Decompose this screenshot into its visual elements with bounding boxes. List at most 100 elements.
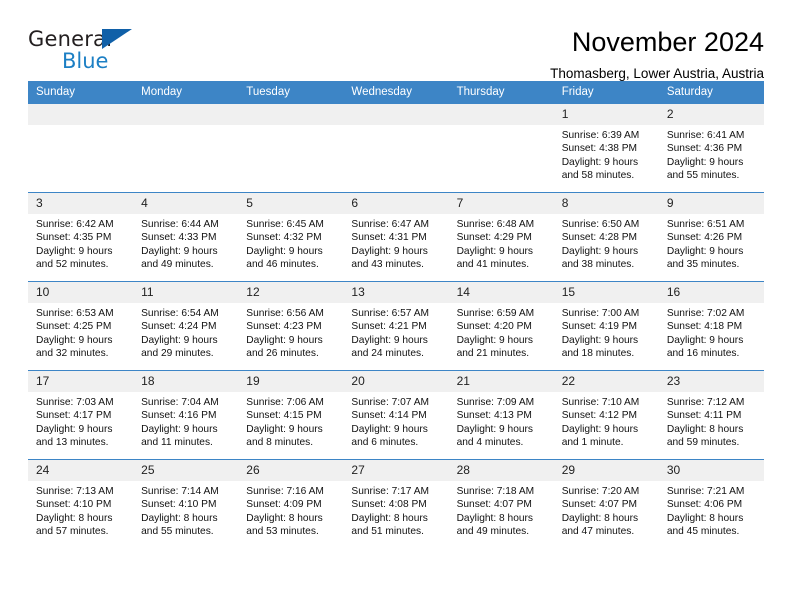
- calendar-day-cell[interactable]: 22 Sunrise: 7:10 AM Sunset: 4:12 PM Dayligh…: [553, 370, 659, 460]
- sunset-text: Sunset: 4:35 PM: [36, 232, 112, 244]
- day-number: 11: [133, 282, 239, 303]
- calendar-day-cell[interactable]: 29 Sunrise: 7:20 AM Sunset: 4:07 PM Dayligh…: [553, 459, 659, 549]
- sunrise-text: Sunrise: 6:59 AM: [456, 308, 535, 319]
- calendar-day-cell[interactable]: 20 Sunrise: 7:07 AM Sunset: 4:14 PM Dayligh…: [343, 370, 449, 460]
- daylight-text: Daylight: 9 hours and 24 minutes.: [351, 334, 428, 360]
- sunrise-text: Sunrise: 7:02 AM: [666, 308, 745, 319]
- calendar-day-cell[interactable]: 4 Sunrise: 6:44 AM Sunset: 4:33 PM Daylight…: [133, 192, 239, 282]
- day-number: 28: [448, 460, 554, 481]
- day-number: 26: [238, 460, 344, 481]
- calendar-day-cell[interactable]: 9 Sunrise: 6:51 AM Sunset: 4:26 PM Daylight…: [658, 192, 764, 282]
- sunrise-text: Sunrise: 6:47 AM: [351, 219, 430, 230]
- sunset-text: Sunset: 4:07 PM: [456, 499, 532, 511]
- calendar-day-cell-empty: [238, 103, 344, 193]
- calendar-day-cell[interactable]: 11 Sunrise: 6:54 AM Sunset: 4:24 PM Dayligh…: [133, 281, 239, 371]
- sunrise-text: Sunrise: 7:14 AM: [141, 486, 219, 497]
- day-number: 2: [658, 104, 764, 125]
- day-sun-info: Sunrise: 6:56 AM Sunset: 4:23 PM Daylight:…: [238, 303, 343, 361]
- calendar-day-cell[interactable]: 24 Sunrise: 7:13 AM Sunset: 4:10 PM Dayligh…: [28, 459, 134, 549]
- calendar-day-cell[interactable]: 23 Sunrise: 7:12 AM Sunset: 4:11 PM Dayligh…: [658, 370, 764, 460]
- sunset-text: Sunset: 4:13 PM: [456, 410, 532, 422]
- day-number: [448, 104, 554, 125]
- day-number: 20: [343, 371, 449, 392]
- calendar-day-cell[interactable]: 25 Sunrise: 7:14 AM Sunset: 4:10 PM Dayligh…: [133, 459, 239, 549]
- daylight-text: Daylight: 9 hours and 4 minutes.: [456, 423, 534, 449]
- calendar-day-cell[interactable]: 6 Sunrise: 6:47 AM Sunset: 4:31 PM Daylight…: [343, 192, 449, 282]
- calendar-day-cell[interactable]: 19 Sunrise: 7:06 AM Sunset: 4:15 PM Dayligh…: [238, 370, 344, 460]
- calendar-week-row: 3 Sunrise: 6:42 AM Sunset: 4:35 PM Daylight…: [28, 192, 764, 282]
- calendar-day-cell-empty: [133, 103, 239, 193]
- sunrise-text: Sunrise: 6:44 AM: [141, 219, 219, 230]
- day-number: 23: [658, 371, 764, 392]
- sunrise-text: Sunrise: 6:41 AM: [666, 130, 745, 141]
- sunset-text: Sunset: 4:25 PM: [36, 321, 112, 333]
- calendar-day-cell[interactable]: 15 Sunrise: 7:00 AM Sunset: 4:19 PM Dayligh…: [553, 281, 659, 371]
- day-sun-info: Sunrise: 7:03 AM Sunset: 4:17 PM Daylight:…: [28, 392, 133, 450]
- daylight-text: Daylight: 9 hours and 1 minute.: [561, 423, 639, 449]
- daylight-text: Daylight: 9 hours and 43 minutes.: [351, 245, 428, 271]
- weekday-header-thursday: Thursday: [448, 81, 554, 104]
- weekday-header-monday: Monday: [133, 81, 239, 104]
- weekday-header-saturday: Saturday: [658, 81, 764, 104]
- daylight-text: Daylight: 9 hours and 26 minutes.: [246, 334, 323, 360]
- calendar-day-cell-empty: [343, 103, 449, 193]
- day-number: 9: [658, 193, 764, 214]
- day-number: 10: [28, 282, 134, 303]
- sunrise-text: Sunrise: 6:56 AM: [246, 308, 324, 319]
- calendar-week-row: 17 Sunrise: 7:03 AM Sunset: 4:17 PM Dayligh…: [28, 370, 764, 460]
- calendar-day-cell[interactable]: 13 Sunrise: 6:57 AM Sunset: 4:21 PM Dayligh…: [343, 281, 449, 371]
- sunset-text: Sunset: 4:36 PM: [666, 143, 743, 155]
- day-number: 16: [658, 282, 764, 303]
- weekday-header-sunday: Sunday: [28, 81, 134, 104]
- calendar-day-cell[interactable]: 1 Sunrise: 6:39 AM Sunset: 4:38 PM Daylight…: [553, 103, 659, 193]
- day-sun-info: Sunrise: 6:45 AM Sunset: 4:32 PM Daylight:…: [238, 214, 343, 272]
- daylight-text: Daylight: 9 hours and 16 minutes.: [666, 334, 744, 360]
- sunrise-text: Sunrise: 7:00 AM: [561, 308, 640, 319]
- calendar-day-cell[interactable]: 7 Sunrise: 6:48 AM Sunset: 4:29 PM Daylight…: [448, 192, 554, 282]
- calendar-day-cell-empty: [448, 103, 554, 193]
- day-number: 21: [448, 371, 554, 392]
- day-number: 22: [553, 371, 659, 392]
- brand-logo[interactable]: General Blue: [28, 26, 198, 72]
- calendar-day-cell[interactable]: 28 Sunrise: 7:18 AM Sunset: 4:07 PM Dayligh…: [448, 459, 554, 549]
- day-sun-info: Sunrise: 6:57 AM Sunset: 4:21 PM Daylight:…: [343, 303, 448, 361]
- day-sun-info: Sunrise: 7:13 AM Sunset: 4:10 PM Daylight:…: [28, 481, 133, 539]
- day-number: 4: [133, 193, 239, 214]
- calendar-day-cell[interactable]: 5 Sunrise: 6:45 AM Sunset: 4:32 PM Daylight…: [238, 192, 344, 282]
- day-number: 19: [238, 371, 344, 392]
- calendar-day-cell[interactable]: 27 Sunrise: 7:17 AM Sunset: 4:08 PM Dayligh…: [343, 459, 449, 549]
- day-number: 15: [553, 282, 659, 303]
- calendar-day-cell[interactable]: 17 Sunrise: 7:03 AM Sunset: 4:17 PM Dayligh…: [28, 370, 134, 460]
- sunset-text: Sunset: 4:10 PM: [141, 499, 217, 511]
- calendar-day-cell[interactable]: 8 Sunrise: 6:50 AM Sunset: 4:28 PM Daylight…: [553, 192, 659, 282]
- calendar-day-cell[interactable]: 16 Sunrise: 7:02 AM Sunset: 4:18 PM Dayligh…: [658, 281, 764, 371]
- calendar-day-cell[interactable]: 14 Sunrise: 6:59 AM Sunset: 4:20 PM Dayligh…: [448, 281, 554, 371]
- calendar-day-cell[interactable]: 30 Sunrise: 7:21 AM Sunset: 4:06 PM Dayligh…: [658, 459, 764, 549]
- calendar-day-cell[interactable]: 21 Sunrise: 7:09 AM Sunset: 4:13 PM Dayligh…: [448, 370, 554, 460]
- sunrise-text: Sunrise: 7:06 AM: [246, 397, 324, 408]
- daylight-text: Daylight: 9 hours and 55 minutes.: [666, 156, 744, 182]
- day-sun-info: Sunrise: 7:07 AM Sunset: 4:14 PM Daylight:…: [343, 392, 448, 450]
- sunrise-text: Sunrise: 7:04 AM: [141, 397, 219, 408]
- title-block: November 2024 Thomasberg, Lower Austria,…: [550, 26, 764, 84]
- weekday-header-wednesday: Wednesday: [343, 81, 449, 104]
- day-number: 13: [343, 282, 449, 303]
- weekday-header-tuesday: Tuesday: [238, 81, 344, 104]
- sunset-text: Sunset: 4:31 PM: [351, 232, 427, 244]
- daylight-text: Daylight: 8 hours and 59 minutes.: [666, 423, 744, 449]
- calendar-day-cell[interactable]: 18 Sunrise: 7:04 AM Sunset: 4:16 PM Dayligh…: [133, 370, 239, 460]
- weekday-header-friday: Friday: [553, 81, 659, 104]
- day-number: 6: [343, 193, 449, 214]
- day-sun-info: Sunrise: 6:54 AM Sunset: 4:24 PM Daylight:…: [133, 303, 238, 361]
- calendar-day-cell[interactable]: 2 Sunrise: 6:41 AM Sunset: 4:36 PM Daylight…: [658, 103, 764, 193]
- sunrise-text: Sunrise: 6:57 AM: [351, 308, 430, 319]
- calendar-day-cell[interactable]: 26 Sunrise: 7:16 AM Sunset: 4:09 PM Dayligh…: [238, 459, 344, 549]
- sunset-text: Sunset: 4:11 PM: [666, 410, 742, 422]
- calendar-day-cell[interactable]: 3 Sunrise: 6:42 AM Sunset: 4:35 PM Daylight…: [28, 192, 134, 282]
- daylight-text: Daylight: 9 hours and 18 minutes.: [561, 334, 639, 360]
- day-sun-info: Sunrise: 7:21 AM Sunset: 4:06 PM Daylight:…: [659, 481, 764, 539]
- calendar-day-cell[interactable]: 10 Sunrise: 6:53 AM Sunset: 4:25 PM Dayligh…: [28, 281, 134, 371]
- sunset-text: Sunset: 4:08 PM: [351, 499, 427, 511]
- calendar-day-cell[interactable]: 12 Sunrise: 6:56 AM Sunset: 4:23 PM Dayligh…: [238, 281, 344, 371]
- daylight-text: Daylight: 9 hours and 11 minutes.: [141, 423, 218, 449]
